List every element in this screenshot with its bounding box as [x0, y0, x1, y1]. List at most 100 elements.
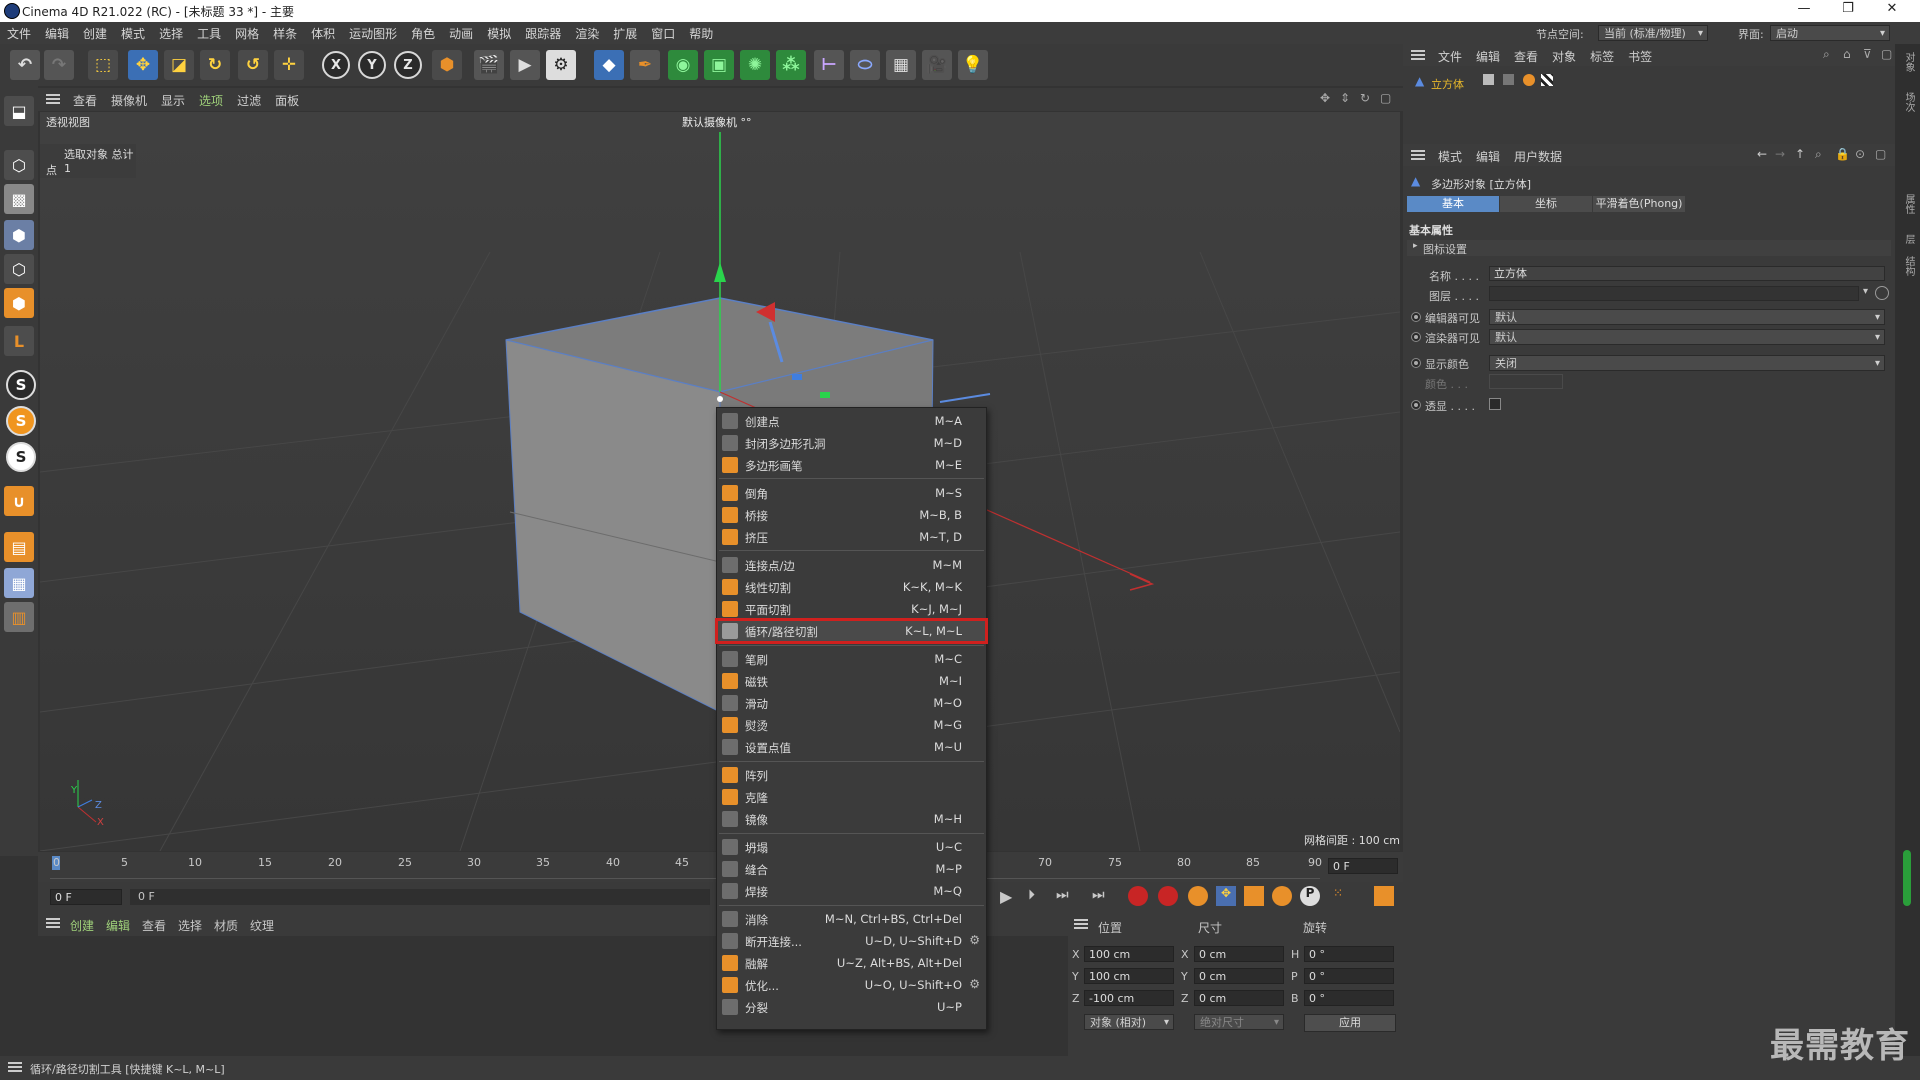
viewport-nav-rotate-icon[interactable]: ↻	[1360, 91, 1370, 105]
position-z-field[interactable]: -100 cm	[1084, 990, 1174, 1006]
menu-file[interactable]: 文件	[0, 22, 38, 44]
menu-item-disconnect[interactable]: 断开连接... U~D, U~Shift+D ⚙	[717, 930, 986, 952]
viewport-menu-filter[interactable]: 过滤	[230, 88, 268, 109]
object-row-cube[interactable]: ▲ 立方体	[1411, 74, 1511, 92]
menu-item-iron[interactable]: 熨烫 M~G	[717, 714, 986, 736]
attribute-search-icon[interactable]: ⌕	[1815, 147, 1822, 162]
menu-create[interactable]: 创建	[76, 22, 114, 44]
object-menu-icon[interactable]	[1411, 50, 1425, 60]
record-keys-icon[interactable]	[1128, 886, 1148, 906]
object-menu-view[interactable]: 查看	[1507, 44, 1545, 65]
menu-item-plane-cut[interactable]: 平面切割 K~J, M~J	[717, 598, 986, 620]
menu-item-loop-path-cut[interactable]: 循环/路径切割 K~L, M~L	[715, 618, 988, 644]
array-icon[interactable]: ▣	[704, 50, 734, 80]
locked-workplane-icon[interactable]: ▥	[4, 602, 34, 632]
menu-item-close-polygon-hole[interactable]: 封闭多边形孔洞 M~D	[717, 432, 986, 454]
menu-item-stitch-and-sew[interactable]: 缝合 M~P	[717, 858, 986, 880]
material-menu-view[interactable]: 查看	[142, 917, 166, 934]
keyframe-selection-icon[interactable]	[1188, 886, 1208, 906]
size-z-field[interactable]: 0 cm	[1194, 990, 1284, 1006]
tab-coordinates[interactable]: 坐标	[1500, 196, 1592, 212]
side-scrollbar[interactable]	[1903, 850, 1911, 906]
material-tag-icon[interactable]	[1541, 74, 1553, 86]
y-axis-lock-icon[interactable]: Y	[358, 51, 386, 79]
editor-visible-dropdown[interactable]: 默认	[1489, 309, 1885, 326]
material-menu-material[interactable]: 材质	[214, 917, 238, 934]
snap-icon[interactable]: S	[6, 370, 36, 400]
sidetab-structure[interactable]: 结构	[1901, 256, 1916, 276]
rotation-h-field[interactable]: 0 °	[1304, 946, 1394, 962]
key-position-icon[interactable]: ✥	[1216, 886, 1236, 906]
size-y-field[interactable]: 0 cm	[1194, 968, 1284, 984]
camera-icon[interactable]: 🎥	[922, 50, 952, 80]
material-menu-texture[interactable]: 纹理	[250, 917, 274, 934]
menu-animate[interactable]: 动画	[442, 22, 480, 44]
workplane-icon[interactable]: ▤	[4, 532, 34, 562]
viewport-menu-panel[interactable]: 面板	[268, 88, 306, 109]
menu-item-line-cut[interactable]: 线性切割 K~K, M~K	[717, 576, 986, 598]
key-parameter-icon[interactable]: P	[1300, 886, 1320, 906]
menu-item-extrude[interactable]: 挤压 M~T, D	[717, 526, 986, 548]
position-x-field[interactable]: 100 cm	[1084, 946, 1174, 962]
close-button[interactable]: ✕	[1872, 1, 1912, 21]
live-selection-icon[interactable]: ⬚	[88, 50, 118, 80]
optimize-options-gear-icon[interactable]: ⚙	[969, 977, 980, 991]
apply-button[interactable]: 应用	[1304, 1014, 1396, 1032]
menu-window[interactable]: 窗口	[644, 22, 682, 44]
deformer-icon[interactable]: ⊢	[814, 50, 844, 80]
menu-item-slide[interactable]: 滑动 M~O	[717, 692, 986, 714]
menu-mesh[interactable]: 网格	[228, 22, 266, 44]
redo-icon[interactable]: ↷	[44, 50, 74, 80]
coord-mode-dropdown[interactable]: 对象 (相对)	[1084, 1014, 1174, 1031]
edges-mode-icon[interactable]: ⬡	[4, 254, 34, 284]
go-to-next-key-icon[interactable]: ⏭	[1056, 887, 1069, 903]
menu-tools[interactable]: 工具	[190, 22, 228, 44]
snap-enable-icon[interactable]: S	[6, 406, 36, 436]
up-arrow-icon[interactable]: ↑	[1795, 147, 1805, 161]
tab-phong[interactable]: 平滑着色(Phong)	[1593, 196, 1685, 212]
viewport-camera-label[interactable]: 默认摄像机 °°	[682, 114, 752, 130]
viewport-menu-view[interactable]: 查看	[66, 88, 104, 109]
menu-edit[interactable]: 编辑	[38, 22, 76, 44]
menu-item-optimize[interactable]: 优化... U~O, U~Shift+O ⚙	[717, 974, 986, 996]
object-menu-bookmarks[interactable]: 书签	[1621, 44, 1659, 65]
object-menu-edit[interactable]: 编辑	[1469, 44, 1507, 65]
sidetab-attributes[interactable]: 属性	[1901, 194, 1916, 214]
status-menu-icon[interactable]	[8, 1062, 22, 1072]
name-field[interactable]: 立方体	[1489, 266, 1885, 281]
sidetab-takes[interactable]: 场次	[1901, 92, 1916, 112]
preview-range-bar[interactable]: 0 F	[130, 889, 710, 905]
selected-point[interactable]	[717, 396, 723, 402]
menu-item-weld[interactable]: 焊接 M~Q	[717, 880, 986, 902]
settings-icon[interactable]: ⊙	[1855, 147, 1865, 161]
editor-visibility-icon[interactable]	[1483, 74, 1494, 85]
object-menu-object[interactable]: 对象	[1545, 44, 1583, 65]
size-x-field[interactable]: 0 cm	[1194, 946, 1284, 962]
menu-render[interactable]: 渲染	[568, 22, 606, 44]
material-menu-select[interactable]: 选择	[178, 917, 202, 934]
viewport-menu-camera[interactable]: 摄像机	[104, 88, 154, 109]
menu-tracker[interactable]: 跟踪器	[518, 22, 568, 44]
disconnect-options-gear-icon[interactable]: ⚙	[969, 933, 980, 947]
menu-item-melt[interactable]: 融解 U~Z, Alt+BS, Alt+Del	[717, 952, 986, 974]
move-tool-icon[interactable]: ✥	[128, 50, 158, 80]
viewport-menu-display[interactable]: 显示	[154, 88, 192, 109]
render-visible-dropdown[interactable]: 默认	[1489, 329, 1885, 346]
layer-picker-icon[interactable]	[1875, 286, 1889, 300]
render-view-icon[interactable]: 🎬	[474, 50, 504, 80]
polygons-mode-icon[interactable]: ⬢	[4, 288, 34, 318]
transform-tool-icon[interactable]: ✛	[274, 50, 304, 80]
step-forward-icon[interactable]: ⏵	[1028, 887, 1035, 903]
menu-mode[interactable]: 模式	[114, 22, 152, 44]
material-menu-edit[interactable]: 编辑	[106, 917, 130, 934]
menu-volume[interactable]: 体积	[304, 22, 342, 44]
viewport-nav-dolly-icon[interactable]: ⇕	[1340, 91, 1350, 105]
editor-visible-anim-icon[interactable]	[1411, 312, 1421, 322]
menu-simulate[interactable]: 模拟	[480, 22, 518, 44]
size-mode-dropdown[interactable]: 绝对尺寸	[1194, 1014, 1284, 1031]
floor-icon[interactable]: ▦	[886, 50, 916, 80]
minimize-button[interactable]: —	[1784, 1, 1824, 21]
attribute-menu-userdata[interactable]: 用户数据	[1507, 144, 1569, 165]
menu-item-split[interactable]: 分裂 U~P	[717, 996, 986, 1018]
pen-spline-icon[interactable]: ✒	[630, 50, 660, 80]
